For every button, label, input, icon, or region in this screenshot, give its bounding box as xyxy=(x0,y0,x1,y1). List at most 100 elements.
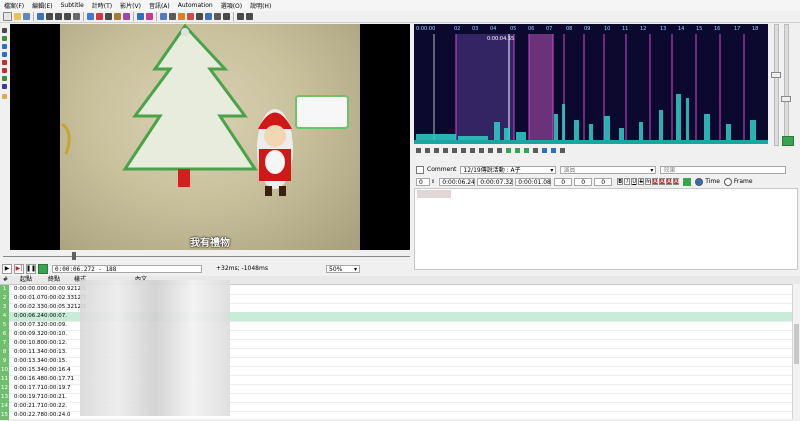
outline-color-button[interactable]: AB xyxy=(666,178,674,185)
drag-tool-icon[interactable] xyxy=(2,36,7,41)
hammer-icon[interactable] xyxy=(237,13,244,20)
bold-button[interactable]: B xyxy=(617,178,624,185)
video-display[interactable]: 我有禮物 xyxy=(10,24,410,250)
margin-vertical-field[interactable]: 0 xyxy=(594,177,613,186)
seek-thumb[interactable] xyxy=(72,252,76,260)
next-line-icon[interactable] xyxy=(425,147,430,153)
commit-icon[interactable] xyxy=(506,147,511,153)
audio-options-icon[interactable] xyxy=(560,147,565,153)
play-audio-icon[interactable] xyxy=(434,147,439,153)
grid-icon[interactable] xyxy=(2,84,7,89)
scale-icon[interactable] xyxy=(2,60,7,65)
play-to-end-icon[interactable] xyxy=(497,147,502,153)
wave-volume-thumb[interactable] xyxy=(781,96,791,102)
prev-line-icon[interactable] xyxy=(416,147,421,153)
layer-spinner-icon[interactable]: ⇕ xyxy=(431,179,435,185)
time-radio[interactable] xyxy=(695,177,704,186)
snap-icon[interactable] xyxy=(169,13,176,20)
end-time-field[interactable]: 0:00:07.32 xyxy=(477,177,514,186)
timing-icon[interactable] xyxy=(160,13,167,20)
shift-times-icon[interactable] xyxy=(178,13,185,20)
play-begin-icon[interactable] xyxy=(479,147,484,153)
rotate-xy-icon[interactable] xyxy=(2,52,7,57)
autoscroll-toggle[interactable] xyxy=(38,263,48,274)
duration-field[interactable]: 0:00:01.08 xyxy=(515,177,552,186)
clock-icon[interactable] xyxy=(214,13,221,20)
next-commit-icon[interactable] xyxy=(515,147,520,153)
grid-scroll-thumb[interactable] xyxy=(794,324,799,364)
rotate-z-icon[interactable] xyxy=(2,44,7,49)
open-file-icon[interactable] xyxy=(14,13,21,20)
margin-left-field[interactable]: 0 xyxy=(554,177,573,186)
spell-check-icon[interactable] xyxy=(205,13,212,20)
commit-check-icon[interactable] xyxy=(683,177,692,186)
attachments-icon[interactable] xyxy=(105,13,112,20)
audio-waveform[interactable]: 0:00:00 02 03 04 05 06 07 08 09 10 11 12… xyxy=(414,24,768,144)
layer-field[interactable]: 0 xyxy=(416,177,430,186)
menu-audio[interactable]: 音訊(A) xyxy=(145,1,174,10)
play-button[interactable]: ▶ xyxy=(2,263,12,274)
find-icon[interactable] xyxy=(137,13,144,20)
properties-icon[interactable] xyxy=(87,13,94,20)
pen-icon[interactable] xyxy=(46,13,53,20)
clip-icon[interactable] xyxy=(2,68,7,73)
pause-button[interactable]: ❚❚ xyxy=(26,263,36,274)
shadow-color-button[interactable]: AB xyxy=(673,178,681,185)
arrow-icon[interactable] xyxy=(187,13,194,20)
primary-color-button[interactable]: AB xyxy=(652,178,660,185)
style-select[interactable]: 12/19傳說活動 : A子 ▾ xyxy=(460,165,557,174)
strikeout-button[interactable]: S xyxy=(638,178,645,185)
pen2-icon[interactable] xyxy=(55,13,62,20)
jump-icon[interactable] xyxy=(37,13,44,20)
wave-horizontal-zoom-slider[interactable] xyxy=(774,24,779,146)
video-time-display[interactable]: 0:00:06.272 - 188 xyxy=(52,264,202,273)
new-file-icon[interactable] xyxy=(3,12,12,21)
menu-file[interactable]: 檔案(F) xyxy=(0,1,28,10)
menu-timing[interactable]: 計時(T) xyxy=(88,1,116,10)
menu-automation[interactable]: Automation xyxy=(174,2,217,9)
video-seek-bar[interactable] xyxy=(3,252,410,260)
play-end-icon[interactable] xyxy=(488,147,493,153)
vector-clip-icon[interactable] xyxy=(2,76,7,81)
underline-button[interactable]: U xyxy=(631,178,638,185)
replace-icon[interactable] xyxy=(146,13,153,20)
scroll-lock-icon[interactable] xyxy=(533,147,538,153)
play-selection-button[interactable]: ▶| xyxy=(14,263,24,274)
fonts-collector-icon[interactable] xyxy=(114,13,121,20)
secondary-color-button[interactable]: AB xyxy=(659,178,667,185)
karaoke-icon[interactable] xyxy=(551,147,556,153)
gear-icon[interactable] xyxy=(223,13,230,20)
play-after-icon[interactable] xyxy=(470,147,475,153)
pen3-icon[interactable] xyxy=(64,13,71,20)
help-tool-icon[interactable] xyxy=(2,94,7,99)
font-icon[interactable] xyxy=(73,13,80,20)
play-line-icon[interactable] xyxy=(443,147,448,153)
menu-video[interactable]: 影片(V) xyxy=(116,1,145,10)
margin-right-field[interactable]: 0 xyxy=(574,177,593,186)
go-to-icon[interactable] xyxy=(524,147,529,153)
standard-tool-icon[interactable] xyxy=(2,28,7,33)
font-button[interactable]: fn xyxy=(645,178,652,185)
options-icon[interactable] xyxy=(246,13,253,20)
effect-field[interactable]: 效果 xyxy=(660,165,787,174)
spectrum-icon[interactable] xyxy=(542,147,547,153)
save-icon[interactable] xyxy=(23,13,30,20)
frame-radio[interactable] xyxy=(723,177,732,186)
styles-icon[interactable] xyxy=(96,13,103,20)
start-time-field[interactable]: 0:00:06.24 xyxy=(439,177,476,186)
play-before-icon[interactable] xyxy=(461,147,466,153)
actor-select[interactable]: 演員 ▾ xyxy=(560,165,657,174)
menu-edit[interactable]: 編輯(E) xyxy=(28,1,56,10)
menu-help[interactable]: 說明(H) xyxy=(246,1,275,10)
grid-scrollbar[interactable] xyxy=(792,284,800,419)
video-zoom-select[interactable]: 50% ▾ xyxy=(326,264,360,273)
wave-zoom-thumb[interactable] xyxy=(771,72,781,78)
subtitle-text-editor[interactable] xyxy=(414,188,798,270)
automation-icon[interactable] xyxy=(123,13,130,20)
menu-subtitle[interactable]: Subtitle xyxy=(57,2,88,9)
stop-icon[interactable] xyxy=(452,147,457,153)
subtitle-grid[interactable]: # 起點 終點 樣式 內文 10:00:00.000:00:00.9212/12… xyxy=(0,276,800,421)
italic-button[interactable]: I xyxy=(624,178,631,185)
comment-checkbox[interactable] xyxy=(416,165,424,174)
menu-options[interactable]: 選項(O) xyxy=(217,1,246,10)
